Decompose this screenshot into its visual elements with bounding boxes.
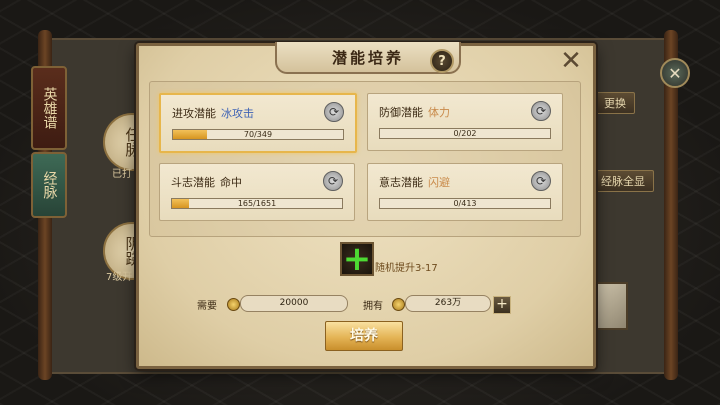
owned-label: 拥有 <box>363 301 383 312</box>
cost-label: 需要 <box>197 301 217 312</box>
side-tab-heroes-label: 英雄谱 <box>41 87 58 129</box>
progress-bar: 70/349 <box>172 129 344 140</box>
swap-button[interactable]: 更换 <box>595 92 635 114</box>
side-tab-meridians-label: 经脉 <box>41 171 58 199</box>
card-title: 防御潜能 体力 <box>379 104 450 120</box>
owned-value: 263万 <box>405 295 491 312</box>
cultivate-button[interactable]: 培养 <box>325 321 403 351</box>
refresh-icon[interactable]: ⟳ <box>531 171 551 191</box>
refresh-icon[interactable]: ⟳ <box>531 101 551 121</box>
refresh-icon[interactable]: ⟳ <box>324 102 344 122</box>
progress-bar: 165/1651 <box>171 198 343 209</box>
meridian-level: 7级开 <box>106 272 133 283</box>
card-title-label: 防御潜能 <box>379 106 423 119</box>
progress-text: 165/1651 <box>237 199 277 208</box>
potential-cultivation-dialog: 潜能培养 ? ✕ 进攻潜能 冰攻击 ⟳ 70/349 防御潜能 体力 ⟳ 0/202… <box>136 42 596 369</box>
dialog-title: 潜能培养 <box>331 48 404 67</box>
card-attribute: 冰攻击 <box>221 107 254 120</box>
card-title-label: 意志潜能 <box>379 176 423 189</box>
side-tab-meridians[interactable]: 经脉 <box>31 152 67 218</box>
item-slot[interactable]: + <box>340 242 374 276</box>
side-tab-heroes[interactable]: 英雄谱 <box>31 66 67 150</box>
show-all-button[interactable]: 经脉全显 <box>592 170 654 192</box>
cost-value: 20000 <box>240 295 348 312</box>
progress-text: 70/349 <box>243 130 273 139</box>
background-close-icon[interactable]: ✕ <box>660 58 690 88</box>
progress-bar: 0/202 <box>379 128 551 139</box>
progress-bar: 0/413 <box>379 198 551 209</box>
card-title: 进攻潜能 冰攻击 <box>172 105 254 121</box>
card-title-label: 进攻潜能 <box>172 107 216 120</box>
add-currency-button[interactable]: + <box>493 296 511 314</box>
plus-icon: + <box>342 239 372 279</box>
potential-card-will[interactable]: 意志潜能 闪避 ⟳ 0/413 <box>367 163 563 221</box>
potential-card-fighting[interactable]: 斗志潜能 命中 ⟳ 165/1651 <box>159 163 355 221</box>
coin-icon <box>392 298 405 311</box>
coin-icon <box>227 298 240 311</box>
card-attribute: 闪避 <box>428 176 450 189</box>
close-icon[interactable]: ✕ <box>560 48 582 74</box>
card-title: 斗志潜能 命中 <box>171 174 242 190</box>
refresh-icon[interactable]: ⟳ <box>323 171 343 191</box>
help-icon[interactable]: ? <box>430 49 454 73</box>
card-attribute: 体力 <box>428 106 450 119</box>
progress-text: 0/202 <box>453 129 477 138</box>
random-boost-text: 随机提升3-17 <box>375 263 438 274</box>
card-attribute: 命中 <box>220 176 242 189</box>
potential-card-attack[interactable]: 进攻潜能 冰攻击 ⟳ 70/349 <box>159 93 357 153</box>
card-title: 意志潜能 闪避 <box>379 174 450 190</box>
card-title-label: 斗志潜能 <box>171 176 215 189</box>
progress-text: 0/413 <box>453 199 477 208</box>
potential-card-defense[interactable]: 防御潜能 体力 ⟳ 0/202 <box>367 93 563 151</box>
meridian-status: 已打 <box>112 169 132 180</box>
